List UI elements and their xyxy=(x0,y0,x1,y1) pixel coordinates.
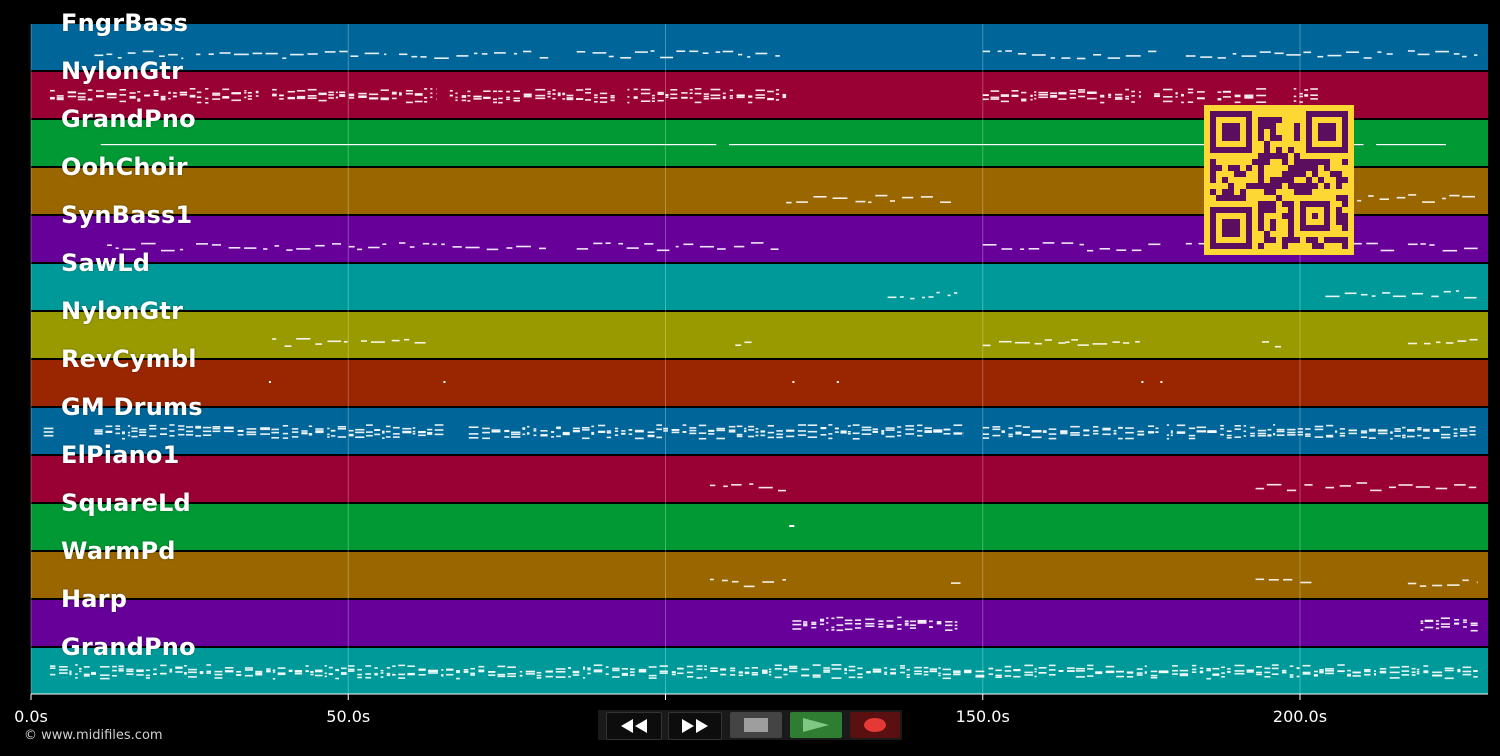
rewind-button[interactable] xyxy=(606,712,662,740)
play-icon xyxy=(803,718,829,732)
track-label: GrandPno xyxy=(61,105,196,133)
record-button[interactable] xyxy=(850,712,900,738)
track-label: WarmPd xyxy=(61,537,176,565)
track-lane xyxy=(31,360,1488,406)
track-label: SquareLd xyxy=(61,489,191,517)
track-lane xyxy=(31,552,1488,598)
track-label: OohChoir xyxy=(61,153,188,181)
track-label: SynBass1 xyxy=(61,201,193,229)
track-label: GrandPno xyxy=(61,633,196,661)
track-lane xyxy=(31,264,1488,310)
track-lane xyxy=(31,504,1488,550)
track-lane xyxy=(31,312,1488,358)
rewind-icon xyxy=(621,719,647,733)
track-label: Harp xyxy=(61,585,128,613)
track-lane xyxy=(31,408,1488,454)
track-label: ElPiano1 xyxy=(61,441,180,469)
play-button[interactable] xyxy=(790,712,842,738)
track-label: NylonGtr xyxy=(61,57,184,85)
record-icon xyxy=(864,718,886,732)
track-label: GM Drums xyxy=(61,393,203,421)
stop-icon xyxy=(744,718,768,732)
track-lane xyxy=(31,648,1488,694)
fast-forward-icon xyxy=(682,719,708,733)
track-label: SawLd xyxy=(61,249,151,277)
track-lane xyxy=(31,600,1488,646)
x-tick-label: 50.0s xyxy=(326,707,371,726)
fast-forward-button[interactable] xyxy=(668,712,722,740)
transport-bar xyxy=(598,710,902,740)
x-tick-label: 0.0s xyxy=(14,707,48,726)
track-label: NylonGtr xyxy=(61,297,184,325)
qr-code xyxy=(1204,105,1354,255)
track-label: FngrBass xyxy=(61,9,189,37)
x-tick-label: 150.0s xyxy=(955,707,1010,726)
x-tick-label: 200.0s xyxy=(1272,707,1328,726)
stop-button[interactable] xyxy=(730,712,782,738)
copyright-text: © www.midifiles.com xyxy=(24,728,163,743)
track-lane xyxy=(31,24,1488,70)
track-lane xyxy=(31,456,1488,502)
track-label: RevCymbl xyxy=(61,345,197,373)
